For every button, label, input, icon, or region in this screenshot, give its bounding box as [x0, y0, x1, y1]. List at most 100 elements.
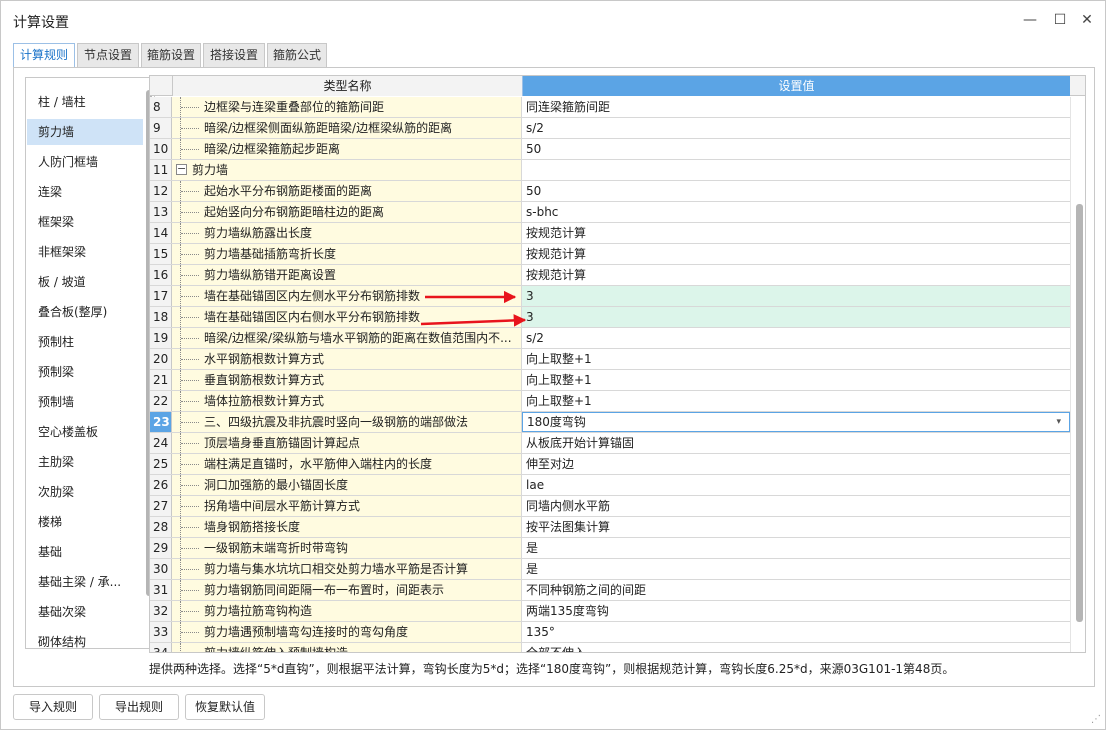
table-row[interactable]: 31 剪力墙钢筋同间距隔一布一布置时，间距表示 不同种钢筋之间的间距: [150, 580, 1070, 601]
header-setting-value[interactable]: 设置值: [522, 76, 1070, 96]
sidebar-item-shear-wall[interactable]: 剪力墙: [27, 119, 143, 145]
row-value-text: 从板底开始计算锚固: [526, 436, 635, 450]
row-value[interactable]: 按平法图集计算: [522, 517, 1070, 537]
row-value[interactable]: s/2: [522, 328, 1070, 348]
table-row[interactable]: 32 剪力墙拉筋弯钩构造 两端135度弯钩: [150, 601, 1070, 622]
sidebar-item-foundation-secondary-beam[interactable]: 基础次梁: [27, 599, 143, 625]
sidebar-item-foundation[interactable]: 基础: [27, 539, 143, 565]
table-row[interactable]: 27 拐角墙中间层水平筋计算方式 同墙内侧水平筋: [150, 496, 1070, 517]
row-value[interactable]: 向上取整+1: [522, 370, 1070, 390]
sidebar-item-precast-wall[interactable]: 预制墙: [27, 389, 143, 415]
row-value[interactable]: 不同种钢筋之间的间距: [522, 580, 1070, 600]
tab-stirrup-settings[interactable]: 箍筋设置: [141, 43, 201, 67]
table-row[interactable]: 25 端柱满足直锚时，水平筋伸入端柱内的长度 伸至对边: [150, 454, 1070, 475]
table-row[interactable]: 12 起始水平分布钢筋距楼面的距离 50: [150, 181, 1070, 202]
row-value[interactable]: 同墙内侧水平筋: [522, 496, 1070, 516]
table-row[interactable]: 30 剪力墙与集水坑坑口相交处剪力墙水平筋是否计算 是: [150, 559, 1070, 580]
sidebar-item-precast-column[interactable]: 预制柱: [27, 329, 143, 355]
row-value[interactable]: 从板底开始计算锚固: [522, 433, 1070, 453]
sidebar-item-coupling-beam[interactable]: 连梁: [27, 179, 143, 205]
table-row[interactable]: 16 剪力墙纵筋错开距离设置 按规范计算: [150, 265, 1070, 286]
row-value[interactable]: s-bhc: [522, 202, 1070, 222]
tab-stirrup-formula[interactable]: 箍筋公式: [267, 43, 327, 67]
sidebar-item-composite-slab[interactable]: 叠合板(整厚): [27, 299, 143, 325]
collapse-toggle-icon[interactable]: −: [176, 163, 187, 175]
tab-lap-settings[interactable]: 搭接设置: [203, 43, 265, 67]
row-value[interactable]: 3: [522, 307, 1070, 327]
table-row[interactable]: 18 墙在基础锚固区内右侧水平分布钢筋排数 3: [150, 307, 1070, 328]
export-rules-button[interactable]: 导出规则: [99, 694, 179, 720]
resize-grip-icon[interactable]: ⋰: [1091, 714, 1101, 725]
row-number: 14: [150, 223, 172, 243]
sidebar-item-stairs[interactable]: 楼梯: [27, 509, 143, 535]
tab-calc-rules[interactable]: 计算规则: [13, 43, 75, 68]
table-row[interactable]: 34 剪力墙纵筋伸入预制墙构造 全部不伸入: [150, 643, 1070, 652]
sidebar-item-main-rib-beam[interactable]: 主肋梁: [27, 449, 143, 475]
sidebar-item-masonry[interactable]: 砌体结构: [27, 629, 143, 648]
row-type-name: 边框梁与连梁重叠部位的箍筋间距: [172, 97, 522, 117]
table-row[interactable]: 23 三、四级抗震及非抗震时竖向一级钢筋的端部做法 180度弯钩 ▾: [150, 412, 1070, 433]
row-value[interactable]: [522, 160, 1070, 180]
table-row[interactable]: 14 剪力墙纵筋露出长度 按规范计算: [150, 223, 1070, 244]
minimize-icon[interactable]: —: [1017, 9, 1043, 31]
row-value[interactable]: 50: [522, 139, 1070, 159]
row-number: 8: [150, 97, 172, 117]
table-row[interactable]: 24 顶层墙身垂直筋锚固计算起点 从板底开始计算锚固: [150, 433, 1070, 454]
table-row[interactable]: 29 一级钢筋末端弯折时带弯钩 是: [150, 538, 1070, 559]
row-value[interactable]: 50: [522, 181, 1070, 201]
table-row[interactable]: 19 暗梁/边框梁/梁纵筋与墙水平钢筋的距离在数值范围内不... s/2: [150, 328, 1070, 349]
sidebar-item-non-frame-beam[interactable]: 非框架梁: [27, 239, 143, 265]
sidebar-item-precast-beam[interactable]: 预制梁: [27, 359, 143, 385]
row-value[interactable]: 135°: [522, 622, 1070, 642]
chevron-down-icon[interactable]: ▾: [1056, 413, 1061, 431]
tree-connector: [180, 202, 200, 222]
close-icon[interactable]: ✕: [1074, 9, 1100, 31]
row-value[interactable]: s/2: [522, 118, 1070, 138]
row-value[interactable]: 向上取整+1: [522, 391, 1070, 411]
table-row[interactable]: 20 水平钢筋根数计算方式 向上取整+1: [150, 349, 1070, 370]
import-rules-button[interactable]: 导入规则: [13, 694, 93, 720]
tree-connector: [180, 328, 200, 348]
table-row[interactable]: 8 边框梁与连梁重叠部位的箍筋间距 同连梁箍筋间距: [150, 97, 1070, 118]
table-row[interactable]: 13 起始竖向分布钢筋距暗柱边的距离 s-bhc: [150, 202, 1070, 223]
table-row[interactable]: 11− 剪力墙: [150, 160, 1070, 181]
tab-node-settings[interactable]: 节点设置: [77, 43, 139, 67]
table-row[interactable]: 21 垂直钢筋根数计算方式 向上取整+1: [150, 370, 1070, 391]
row-value[interactable]: 按规范计算: [522, 223, 1070, 243]
table-row[interactable]: 28 墙身钢筋搭接长度 按平法图集计算: [150, 517, 1070, 538]
table-row[interactable]: 22 墙体拉筋根数计算方式 向上取整+1: [150, 391, 1070, 412]
row-value[interactable]: 全部不伸入: [522, 643, 1070, 652]
row-value[interactable]: 是: [522, 559, 1070, 579]
sidebar-item-secondary-rib-beam[interactable]: 次肋梁: [27, 479, 143, 505]
row-value[interactable]: 是: [522, 538, 1070, 558]
row-number: 32: [150, 601, 172, 621]
table-row[interactable]: 15 剪力墙基础插筋弯折长度 按规范计算: [150, 244, 1070, 265]
row-value[interactable]: 向上取整+1: [522, 349, 1070, 369]
table-row[interactable]: 10 暗梁/边框梁箍筋起步距离 50: [150, 139, 1070, 160]
grid-scrollbar-track[interactable]: [1070, 97, 1085, 652]
row-value[interactable]: 两端135度弯钩: [522, 601, 1070, 621]
table-row[interactable]: 9 暗梁/边框梁侧面纵筋距暗梁/边框梁纵筋的距离 s/2: [150, 118, 1070, 139]
row-value[interactable]: 3: [522, 286, 1070, 306]
sidebar-item-civil-defense-door-wall[interactable]: 人防门框墙: [27, 149, 143, 175]
row-value-text: 3: [526, 289, 534, 303]
sidebar-item-hollow-floor-slab[interactable]: 空心楼盖板: [27, 419, 143, 445]
header-type-name[interactable]: 类型名称: [172, 76, 522, 96]
table-row[interactable]: 26 洞口加强筋的最小锚固长度 lae: [150, 475, 1070, 496]
maximize-icon[interactable]: ☐: [1047, 9, 1073, 31]
restore-defaults-button[interactable]: 恢复默认值: [185, 694, 265, 720]
row-value[interactable]: 按规范计算: [522, 265, 1070, 285]
row-value-dropdown[interactable]: 180度弯钩 ▾: [522, 412, 1070, 432]
row-value[interactable]: 同连梁箍筋间距: [522, 97, 1070, 117]
table-row[interactable]: 17 墙在基础锚固区内左侧水平分布钢筋排数 3: [150, 286, 1070, 307]
row-number: 30: [150, 559, 172, 579]
row-value[interactable]: 伸至对边: [522, 454, 1070, 474]
table-row[interactable]: 33 剪力墙遇预制墙弯勾连接时的弯勾角度 135°: [150, 622, 1070, 643]
sidebar-item-column[interactable]: 柱 / 墙柱: [27, 89, 143, 115]
grid-scrollbar-thumb[interactable]: [1076, 204, 1083, 622]
sidebar-item-foundation-main-beam[interactable]: 基础主梁 / 承...: [27, 569, 143, 595]
sidebar-item-frame-beam[interactable]: 框架梁: [27, 209, 143, 235]
row-value[interactable]: lae: [522, 475, 1070, 495]
sidebar-item-slab-ramp[interactable]: 板 / 坡道: [27, 269, 143, 295]
row-value[interactable]: 按规范计算: [522, 244, 1070, 264]
